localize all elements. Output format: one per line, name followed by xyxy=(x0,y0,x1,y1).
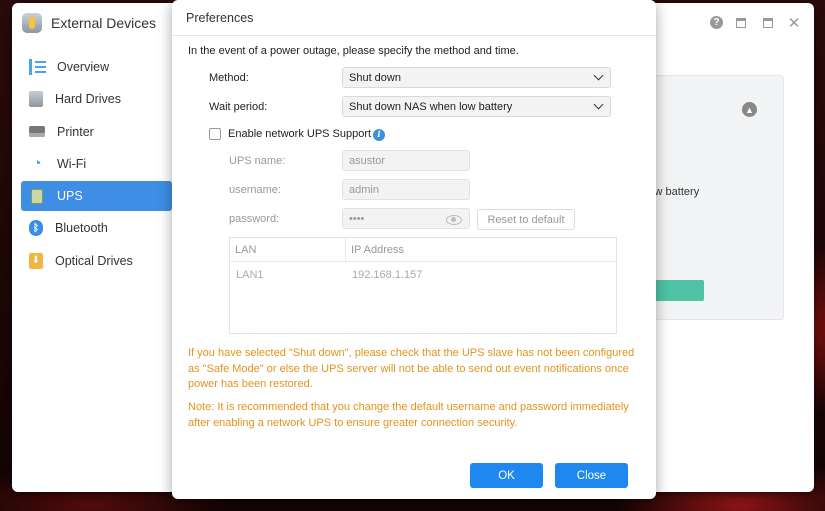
printer-icon xyxy=(29,126,45,138)
wait-period-label: Wait period: xyxy=(209,101,268,113)
bluetooth-icon: ᛒ xyxy=(29,220,43,237)
chevron-down-icon xyxy=(593,70,604,81)
table-cell-lan[interactable]: LAN1 xyxy=(236,269,264,281)
optical-drive-icon: ⬇ xyxy=(29,252,43,269)
overview-icon xyxy=(29,59,46,75)
info-icon[interactable]: i xyxy=(373,129,385,141)
password-label: password: xyxy=(229,213,280,225)
table-header-lan: LAN xyxy=(230,238,346,262)
wifi-icon: ◔ xyxy=(32,155,42,173)
username-label: username: xyxy=(229,184,281,196)
ok-button[interactable]: OK xyxy=(470,463,543,488)
sidebar-item-label: UPS xyxy=(57,189,83,204)
maximize-icon[interactable] xyxy=(761,16,775,30)
wait-period-select[interactable]: Shut down NAS when low battery xyxy=(342,96,611,117)
window-title: External Devices xyxy=(51,15,157,31)
lan-table: LAN IP Address LAN1 192.168.1.157 xyxy=(229,237,617,334)
sidebar-item-hard-drives[interactable]: Hard Drives xyxy=(21,84,172,114)
help-icon[interactable]: ? xyxy=(710,16,723,29)
network-ups-label[interactable]: Enable network UPS Support xyxy=(228,128,371,140)
username-input[interactable]: admin xyxy=(342,179,470,200)
title-divider xyxy=(172,35,656,36)
method-label: Method: xyxy=(209,72,249,84)
dialog-title: Preferences xyxy=(186,11,254,25)
dialog-intro: In the event of a power outage, please s… xyxy=(188,45,519,57)
collapse-icon[interactable]: ▲ xyxy=(742,102,757,117)
shutdown-warning: If you have selected "Shut down", please… xyxy=(188,347,635,390)
sidebar: Overview Hard Drives Printer ◔ Wi-Fi UPS… xyxy=(21,52,172,278)
wait-period-value: Shut down NAS when low battery xyxy=(349,101,513,113)
network-ups-checkbox[interactable] xyxy=(209,128,221,140)
eye-icon[interactable] xyxy=(446,215,462,225)
sidebar-item-printer[interactable]: Printer xyxy=(21,117,172,147)
method-value: Shut down xyxy=(349,72,401,84)
ups-name-input[interactable]: asustor xyxy=(342,150,470,171)
sidebar-item-wifi[interactable]: ◔ Wi-Fi xyxy=(21,149,172,179)
sidebar-item-label: Printer xyxy=(57,124,94,139)
table-cell-ip[interactable]: 192.168.1.157 xyxy=(352,269,422,281)
external-devices-app-icon xyxy=(22,13,42,33)
hard-drive-icon xyxy=(29,91,43,108)
sidebar-item-overview[interactable]: Overview xyxy=(21,52,172,82)
chevron-down-icon xyxy=(593,99,604,110)
sidebar-item-label: Overview xyxy=(57,60,110,74)
method-select[interactable]: Shut down xyxy=(342,67,611,88)
minimize-icon[interactable] xyxy=(734,16,748,30)
sidebar-item-optical-drives[interactable]: ⬇ Optical Drives xyxy=(21,246,172,276)
sidebar-item-label: Optical Drives xyxy=(55,253,133,268)
close-window-icon[interactable]: ✕ xyxy=(787,15,801,32)
ups-icon xyxy=(29,188,45,204)
table-header-ip: IP Address xyxy=(346,238,616,262)
close-button[interactable]: Close xyxy=(555,463,628,488)
security-note: Note: It is recommended that you change … xyxy=(188,401,629,429)
sidebar-item-label: Bluetooth xyxy=(55,221,108,236)
sidebar-item-label: Wi-Fi xyxy=(57,156,87,171)
sidebar-item-bluetooth[interactable]: ᛒ Bluetooth xyxy=(21,213,172,243)
sidebar-item-ups[interactable]: UPS xyxy=(21,181,172,212)
preferences-dialog: Preferences In the event of a power outa… xyxy=(172,0,656,499)
reset-to-default-button[interactable]: Reset to default xyxy=(477,209,575,230)
sidebar-item-label: Hard Drives xyxy=(55,92,121,107)
ups-name-label: UPS name: xyxy=(229,155,286,167)
